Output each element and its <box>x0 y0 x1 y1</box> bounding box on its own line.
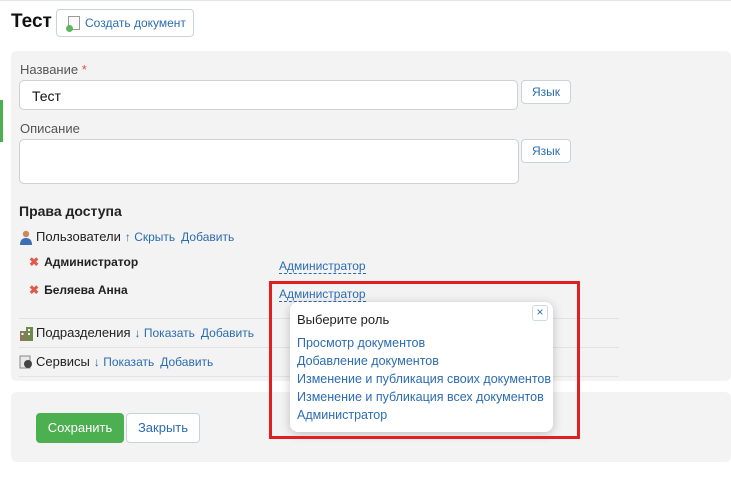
departments-label: Подразделения <box>36 325 131 340</box>
services-row: Сервисы ↓ Показать Добавить <box>19 354 213 369</box>
highlight-box <box>269 281 580 439</box>
close-button[interactable]: Закрыть <box>126 413 200 443</box>
departments-add-link[interactable]: Добавить <box>201 326 254 340</box>
name-lang-button[interactable]: Язык <box>521 80 571 104</box>
user-name: Беляева Анна <box>44 283 128 297</box>
create-document-button[interactable]: Создать документ <box>56 9 194 37</box>
remove-user-icon[interactable]: ✖ <box>29 283 39 297</box>
users-row: Пользователи ↑ Скрыть Добавить <box>19 229 234 245</box>
departments-show-link[interactable]: ↓ Показать <box>135 326 195 340</box>
user-name: Администратор <box>44 255 139 269</box>
name-label: Название * <box>20 62 87 77</box>
create-document-label: Создать документ <box>85 16 186 30</box>
active-indicator <box>0 100 3 142</box>
services-add-link[interactable]: Добавить <box>160 355 213 369</box>
description-input[interactable] <box>19 139 519 184</box>
departments-row: Подразделения ↓ Показать Добавить <box>19 325 254 341</box>
description-label: Описание <box>20 121 80 136</box>
description-lang-button[interactable]: Язык <box>521 139 571 163</box>
building-icon <box>19 326 33 341</box>
user-entry: ✖ Администратор <box>29 255 138 269</box>
user-entry: ✖ Беляева Анна <box>29 283 128 297</box>
access-rights-title: Права доступа <box>19 203 122 219</box>
services-show-link[interactable]: ↓ Показать <box>94 355 154 369</box>
users-label: Пользователи <box>36 229 121 244</box>
user-icon <box>19 230 33 245</box>
services-label: Сервисы <box>36 354 90 369</box>
users-add-link[interactable]: Добавить <box>181 230 234 244</box>
name-input[interactable]: Тест <box>19 80 518 110</box>
remove-user-icon[interactable]: ✖ <box>29 255 39 269</box>
user-role-link[interactable]: Администратор <box>279 260 366 274</box>
new-document-icon <box>66 16 80 32</box>
top-divider <box>0 0 731 1</box>
name-label-text: Название <box>20 62 79 77</box>
service-icon <box>19 355 33 369</box>
required-mark: * <box>81 62 87 77</box>
users-hide-link[interactable]: ↑ Скрыть <box>125 230 175 244</box>
page-title: Тест <box>11 11 52 32</box>
save-button[interactable]: Сохранить <box>36 413 124 443</box>
